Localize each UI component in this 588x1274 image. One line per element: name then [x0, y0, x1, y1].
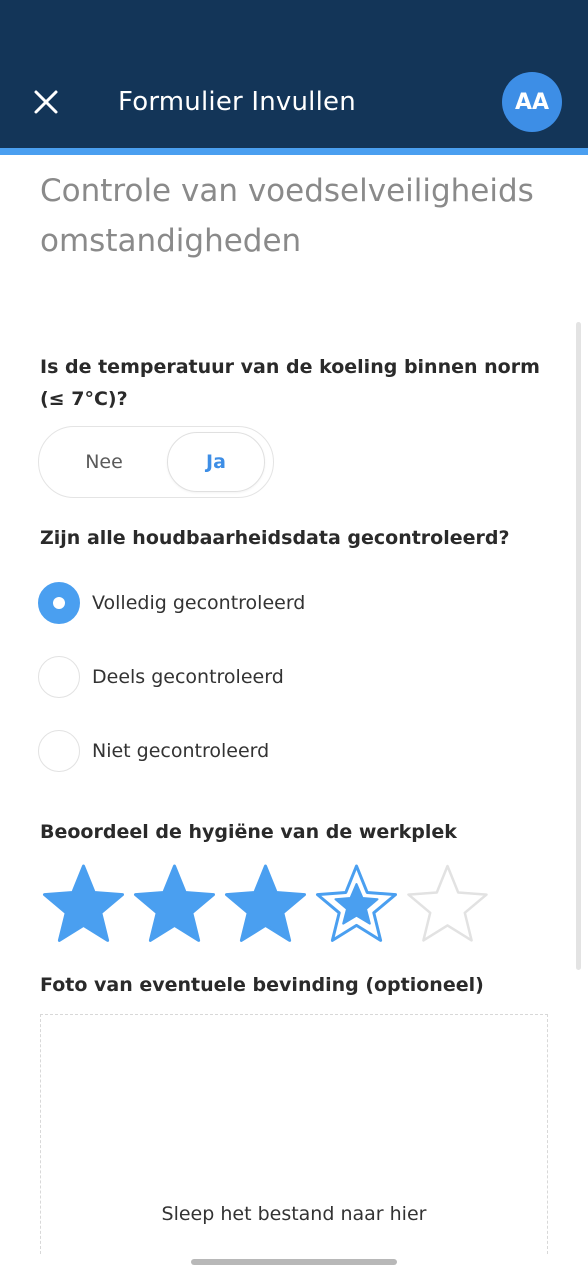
radio-button[interactable]	[38, 656, 80, 698]
close-icon	[34, 90, 58, 114]
radio-option-not-checked[interactable]: Niet gecontroleerd	[38, 730, 538, 772]
page-title: Formulier Invullen	[118, 87, 356, 117]
radio-option-partly-checked[interactable]: Deels gecontroleerd	[38, 656, 538, 698]
toggle-option-yes[interactable]: Ja	[167, 432, 265, 492]
radio-label: Volledig gecontroleerd	[92, 592, 306, 614]
radio-label: Deels gecontroleerd	[92, 666, 284, 688]
home-indicator	[191, 1259, 397, 1265]
radio-button[interactable]	[38, 730, 80, 772]
radio-option-fully-checked[interactable]: Volledig gecontroleerd	[38, 582, 538, 624]
scrollbar[interactable]	[576, 322, 581, 970]
radio-label: Niet gecontroleerd	[92, 740, 270, 762]
dropzone-text: Sleep het bestand naar hier	[161, 1203, 427, 1225]
star-rating	[38, 860, 498, 944]
toggle-option-no[interactable]: Nee	[55, 432, 153, 492]
star-icon-filled[interactable]	[38, 860, 129, 944]
radio-dot	[53, 597, 65, 609]
star-icon-hover[interactable]	[311, 860, 402, 944]
question-hygiene-label: Beoordeel de hygiëne van de werkplek	[40, 821, 457, 843]
question-expiry-label: Zijn alle houdbaarheidsdata gecontroleer…	[40, 527, 510, 549]
file-dropzone[interactable]: Sleep het bestand naar hier	[40, 1014, 548, 1254]
star-icon-empty[interactable]	[402, 860, 493, 944]
avatar[interactable]: AA	[502, 72, 562, 132]
close-button[interactable]	[28, 84, 64, 120]
form-title: Controle van voedselveiligheidsomstandig…	[40, 173, 534, 259]
app-header: Formulier Invullen AA	[0, 0, 588, 148]
star-icon-filled[interactable]	[220, 860, 311, 944]
yes-no-toggle: Nee Ja	[38, 426, 274, 498]
question-temperature-label: Is de temperatuur van de koeling binnen …	[40, 356, 540, 410]
header-accent-bar	[0, 148, 588, 155]
question-photo-label: Foto van eventuele bevinding (optioneel)	[40, 974, 484, 996]
radio-button-checked[interactable]	[38, 582, 80, 624]
screen: Formulier Invullen AA Controle van voeds…	[0, 0, 588, 1274]
star-icon-filled[interactable]	[129, 860, 220, 944]
